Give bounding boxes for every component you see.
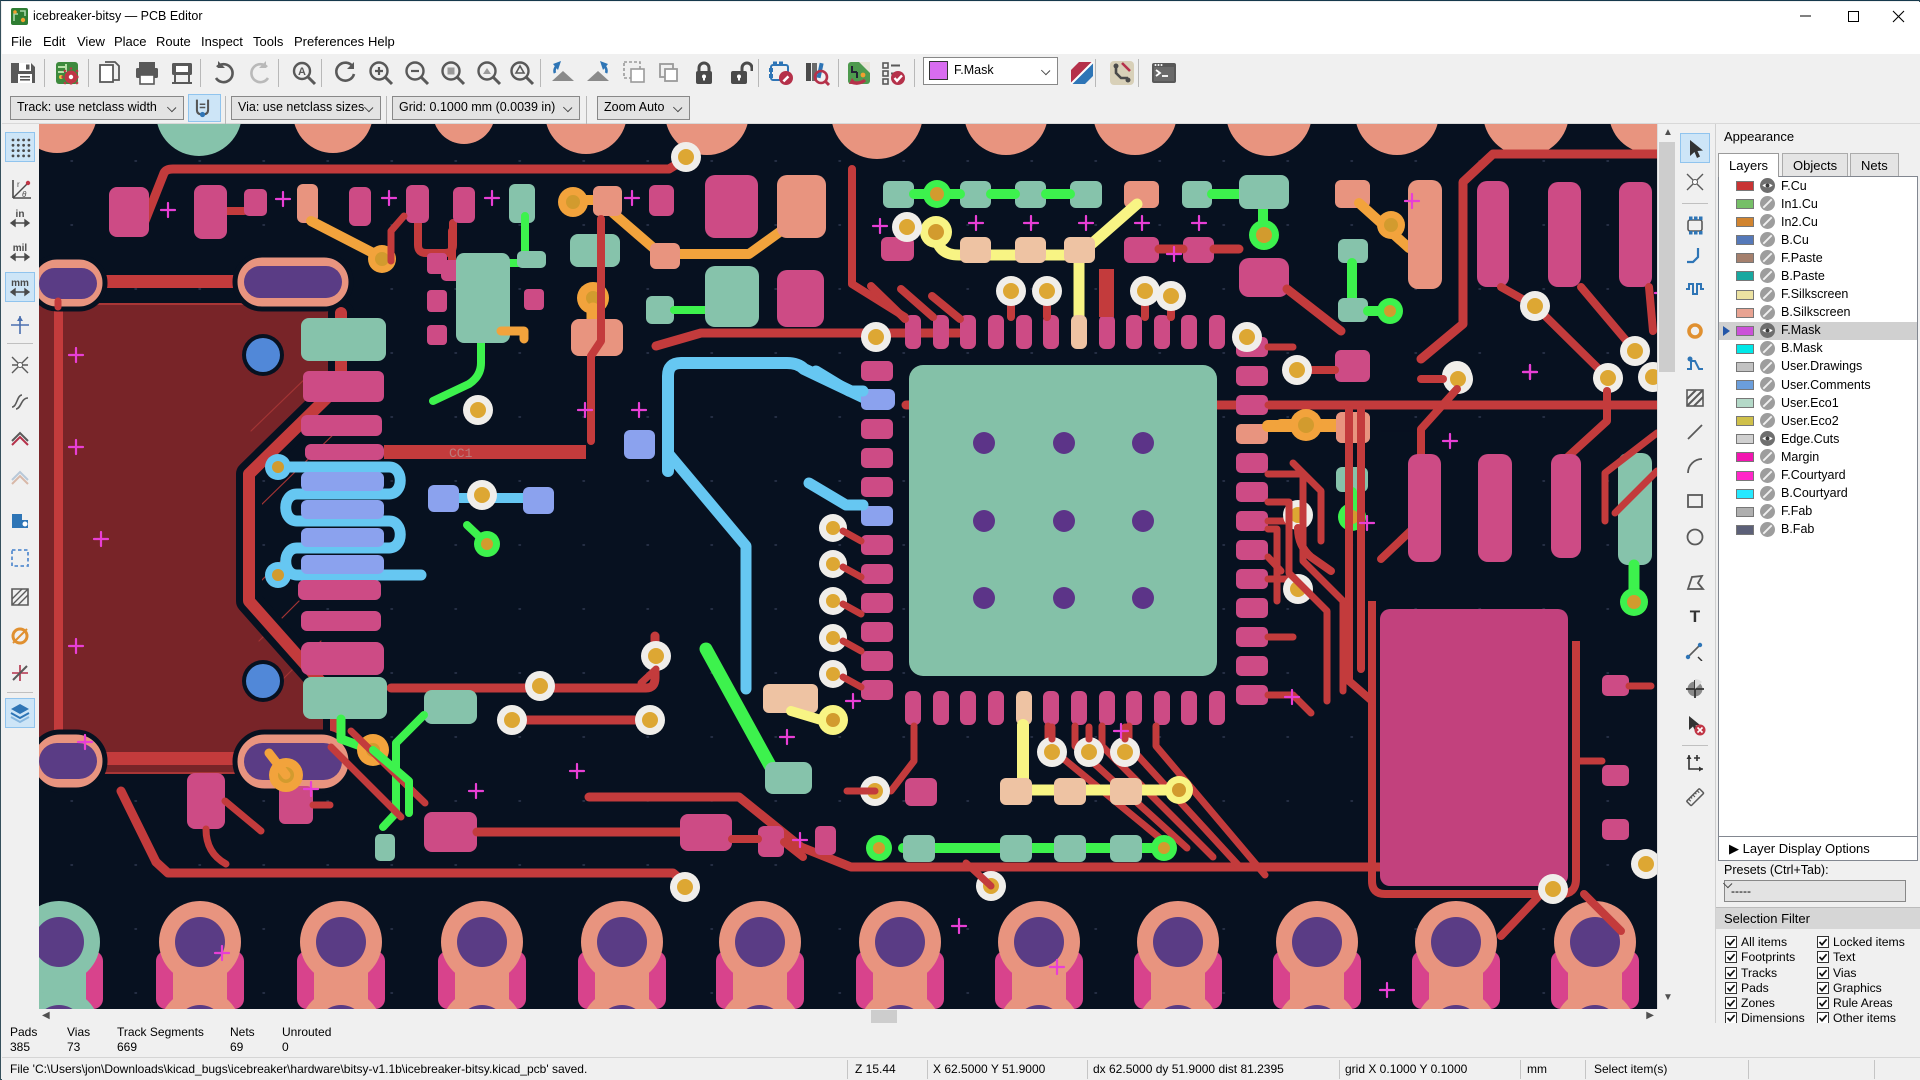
svg-text:mil: mil <box>13 243 28 254</box>
svg-text:r: r <box>17 180 20 189</box>
svg-text:in: in <box>16 209 25 220</box>
svg-text:T: T <box>1690 607 1701 626</box>
svg-text:CC1: CC1 <box>449 446 473 461</box>
svg-text:A: A <box>298 66 306 78</box>
svg-text:θ: θ <box>22 190 27 199</box>
svg-text:mm: mm <box>11 278 29 289</box>
